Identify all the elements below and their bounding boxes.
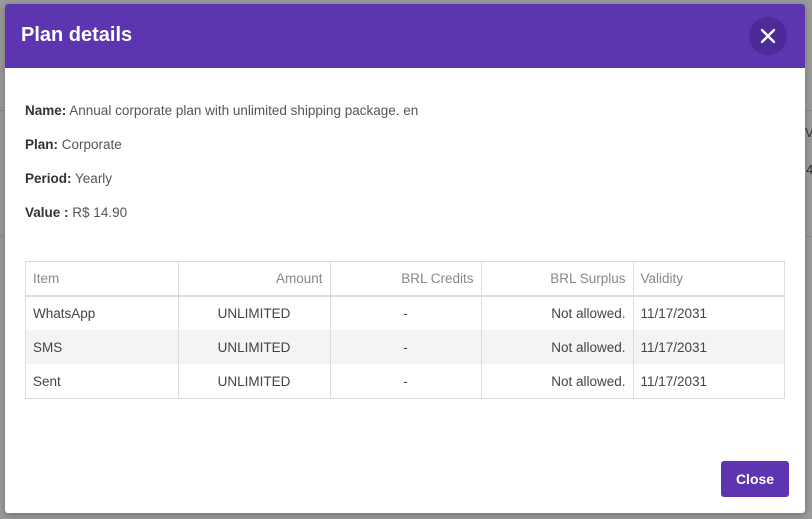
plan-details: Name: Annual corporate plan with unlimit…: [25, 102, 418, 238]
cell-validity: 11/17/2031: [640, 373, 708, 389]
modal-title: Plan details: [21, 24, 133, 46]
detail-value: R$ 14.90: [72, 205, 128, 220]
column-header-brl-surplus: BRL Surplus: [481, 262, 634, 297]
detail-label: Value :: [25, 205, 69, 220]
table-row: WhatsApp UNLIMITED - Not allowed. 11/17/…: [26, 296, 784, 330]
cell-amount: UNLIMITED: [178, 330, 331, 364]
column-header-validity: Validity: [633, 262, 784, 297]
cell-brl-credits: -: [330, 364, 482, 398]
cell-validity: 11/17/2031: [640, 339, 708, 355]
cell-validity: 11/17/2031: [640, 306, 708, 321]
cell-brl-credits: -: [330, 330, 482, 364]
cell-item: Sent: [26, 364, 179, 398]
column-header-amount: Amount: [178, 262, 331, 297]
detail-plan: Plan: Corporate: [25, 136, 418, 170]
detail-value: Yearly: [75, 171, 113, 186]
cell-brl-credits: -: [330, 296, 482, 330]
detail-label: Period:: [25, 171, 72, 186]
detail-label: Name:: [25, 103, 67, 118]
column-header-item: Item: [26, 262, 179, 297]
cell-amount: UNLIMITED: [178, 364, 331, 398]
detail-label: Plan:: [25, 137, 59, 152]
close-icon-button[interactable]: [749, 17, 787, 55]
detail-period: Period: Yearly: [25, 170, 418, 204]
detail-value: Corporate: [61, 137, 122, 152]
cell-amount: UNLIMITED: [178, 296, 331, 330]
cell-item: SMS: [26, 330, 179, 364]
plan-items-table: Item Amount BRL Credits BRL Surplus Vali…: [25, 261, 785, 399]
table-header-row: Item Amount BRL Credits BRL Surplus Vali…: [26, 262, 784, 297]
cell-brl-surplus: Not allowed.: [481, 296, 634, 330]
table-row: SMS UNLIMITED - Not allowed. 11/17/2031: [26, 330, 784, 364]
detail-name: Name: Annual corporate plan with unlimit…: [25, 102, 418, 136]
background-text: Va: [805, 125, 812, 140]
modal-header: Plan details: [5, 4, 805, 68]
table-row: Sent UNLIMITED - Not allowed. 11/17/2031: [26, 364, 784, 398]
detail-value-price: Value : R$ 14.90: [25, 204, 418, 238]
detail-value: Annual corporate plan with unlimited shi…: [69, 103, 419, 118]
background-text: 4: [806, 162, 812, 177]
cell-brl-surplus: Not allowed.: [481, 330, 634, 364]
close-icon: [761, 29, 775, 43]
cell-item: WhatsApp: [26, 296, 179, 330]
cell-brl-surplus: Not allowed.: [481, 364, 634, 398]
plan-details-modal: Plan details Name: Annual corporate plan…: [5, 4, 805, 513]
close-button[interactable]: Close: [721, 461, 789, 497]
column-header-brl-credits: BRL Credits: [330, 262, 482, 297]
